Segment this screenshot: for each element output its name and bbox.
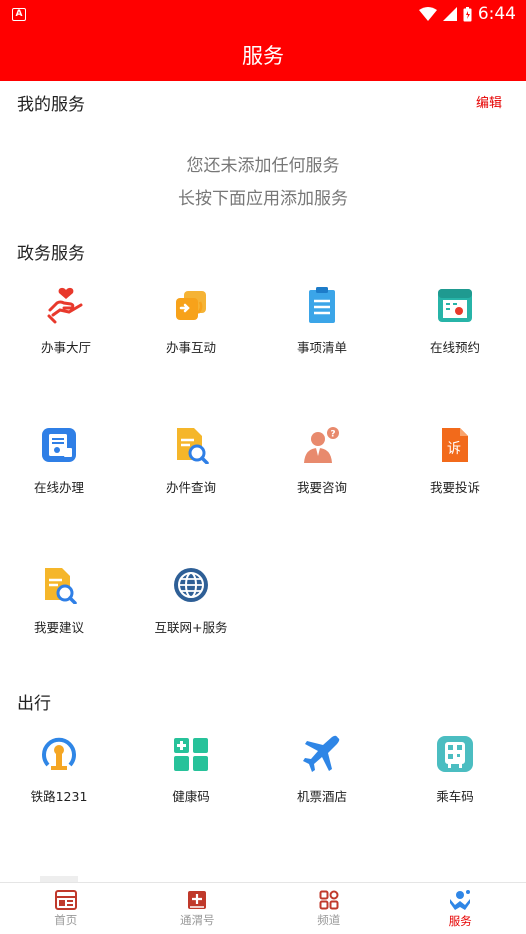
- travel-title: 出行: [17, 694, 51, 714]
- nav-label: 通渭号: [180, 912, 215, 927]
- service-item-label: 我要投诉: [429, 480, 480, 495]
- service-item-appointment[interactable]: 在线预约: [389, 285, 521, 356]
- svg-text:?: ?: [330, 430, 335, 440]
- my-services-title: 我的服务: [17, 95, 85, 115]
- signal-icon: [442, 7, 457, 21]
- travel-item-railway[interactable]: 铁路1231: [0, 734, 125, 805]
- service-item-interaction[interactable]: 办事互动: [125, 285, 257, 356]
- airplane-icon: [302, 734, 342, 774]
- exchange-icon: [171, 285, 211, 325]
- travel-item-health-code[interactable]: 健康码: [125, 734, 257, 805]
- svg-text:诉: 诉: [447, 441, 461, 457]
- service-item-label: 在线办理: [33, 480, 84, 495]
- nav-service[interactable]: 服务: [395, 883, 526, 934]
- app-bar: 服务: [0, 28, 526, 81]
- document-search-icon: [171, 425, 211, 465]
- bottom-nav: 首页 通渭号 频道 服务: [0, 882, 526, 934]
- service-item-label: 在线预约: [429, 340, 480, 355]
- service-item-label: 互联网+服务: [154, 620, 228, 635]
- edit-button[interactable]: 编辑: [476, 92, 502, 111]
- page-title: 服务: [242, 43, 284, 68]
- service-item-label: 铁路1231: [30, 789, 88, 804]
- service-item-suggestion[interactable]: 我要建议: [0, 565, 125, 636]
- service-item-label: 乘车码: [436, 789, 474, 804]
- clipboard-list-icon: [302, 285, 342, 325]
- online-process-icon: [39, 425, 79, 465]
- service-item-label: 我要咨询: [296, 480, 347, 495]
- status-time: 6:44: [477, 4, 516, 24]
- nav-label: 首页: [54, 912, 78, 927]
- service-item-label: 事项清单: [296, 340, 347, 355]
- travel-item-ride-code[interactable]: 乘车码: [389, 734, 521, 805]
- service-item-label: 机票酒店: [296, 789, 347, 804]
- nav-label: 服务: [448, 913, 472, 928]
- service-icon: [450, 889, 471, 910]
- ride-code-icon: [435, 734, 475, 774]
- railway-icon: [39, 734, 79, 774]
- service-item-complaint[interactable]: 诉 我要投诉: [389, 425, 521, 496]
- service-item-label: 办件查询: [165, 480, 216, 495]
- globe-icon: [171, 565, 211, 605]
- gov-services-title: 政务服务: [17, 244, 85, 264]
- service-item-hall[interactable]: 办事大厅: [0, 285, 132, 356]
- health-code-icon: [171, 734, 211, 774]
- heart-hand-icon: [46, 285, 86, 325]
- nav-label: 频道: [317, 912, 341, 927]
- suggestion-icon: [39, 565, 79, 605]
- nav-channel[interactable]: 频道: [263, 883, 395, 934]
- service-item-checklist[interactable]: 事项清单: [256, 285, 388, 356]
- status-bar: A 6:44: [0, 0, 526, 28]
- notification-a-icon: A: [12, 7, 26, 21]
- wifi-icon: [418, 7, 437, 21]
- nav-tongwei[interactable]: 通渭号: [132, 883, 264, 934]
- service-item-label: 我要建议: [33, 620, 84, 635]
- complaint-icon: 诉: [435, 425, 475, 465]
- home-icon: [54, 889, 77, 910]
- empty-hint-line2: 长按下面应用添加服务: [178, 189, 348, 209]
- channel-grid-icon: [319, 890, 339, 909]
- battery-icon: [463, 6, 472, 21]
- service-item-online-process[interactable]: 在线办理: [0, 425, 125, 496]
- nav-home[interactable]: 首页: [0, 883, 132, 934]
- service-item-label: 办事大厅: [40, 340, 91, 355]
- service-item-internet-plus[interactable]: 互联网+服务: [125, 565, 257, 636]
- service-item-label: 办事互动: [165, 340, 216, 355]
- calendar-icon: [435, 285, 475, 325]
- plus-square-icon: [188, 890, 207, 909]
- person-question-icon: ?: [302, 425, 342, 465]
- service-item-label: 健康码: [172, 789, 210, 804]
- travel-item-flight-hotel[interactable]: 机票酒店: [256, 734, 388, 805]
- service-item-case-query[interactable]: 办件查询: [125, 425, 257, 496]
- empty-hint-line1: 您还未添加任何服务: [186, 156, 340, 176]
- service-item-consult[interactable]: ? 我要咨询: [256, 425, 388, 496]
